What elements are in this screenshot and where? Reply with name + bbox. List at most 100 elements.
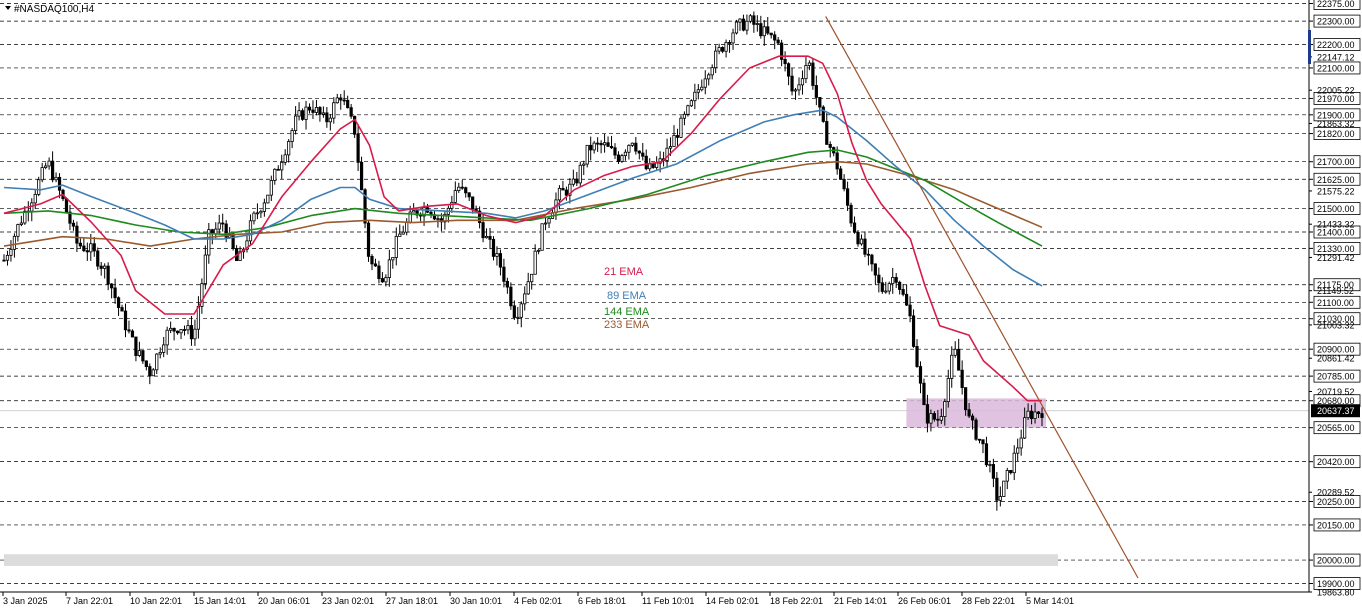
candle-down — [974, 419, 978, 440]
candle-down — [752, 15, 756, 25]
candle-down — [839, 168, 843, 180]
time-label: 4 Feb 02:01 — [514, 596, 562, 606]
candle-down — [460, 186, 464, 189]
candle-down — [1009, 470, 1013, 474]
candle-up — [158, 351, 162, 355]
candle-up — [800, 78, 805, 86]
candle-down — [925, 404, 930, 424]
candle-up — [526, 281, 530, 295]
candle-up — [280, 161, 284, 171]
price-tick-label: 22147.12 — [1317, 52, 1355, 62]
candle-down — [110, 283, 114, 289]
candle-down — [127, 329, 131, 332]
candle-up — [405, 221, 409, 233]
candle-down — [818, 97, 822, 108]
candle-down — [769, 32, 773, 36]
candle-down — [644, 155, 648, 170]
candle-down — [1029, 410, 1034, 419]
candle-down — [300, 110, 305, 120]
candle-down — [471, 196, 475, 210]
candle-down — [915, 346, 919, 367]
candle-up — [668, 146, 673, 149]
candle-up — [162, 344, 166, 353]
candle-up — [672, 135, 676, 147]
level-label: 20150.00 — [1317, 520, 1355, 530]
candle-up — [807, 62, 812, 66]
candle-up — [453, 190, 457, 203]
candle-up — [217, 222, 221, 230]
candle-down — [57, 176, 62, 191]
candle-up — [717, 47, 721, 52]
candle-down — [783, 59, 787, 65]
candle-down — [2, 259, 6, 262]
candle-down — [981, 439, 985, 445]
candle-up — [523, 293, 527, 305]
candle-down — [175, 330, 180, 334]
candle-down — [64, 198, 69, 213]
candle-down — [120, 307, 124, 312]
candle-down — [99, 265, 103, 269]
candle-down — [675, 135, 680, 138]
candle-up — [1026, 410, 1030, 419]
candle-up — [1016, 447, 1020, 454]
candle-up — [530, 273, 534, 283]
candle-down — [182, 329, 187, 331]
candle-up — [578, 164, 582, 184]
candle-down — [130, 330, 135, 338]
candle-up — [1012, 452, 1016, 474]
candle-down — [637, 150, 641, 154]
candle-down — [481, 222, 485, 239]
candle-up — [884, 290, 888, 293]
candle-down — [311, 109, 315, 113]
candle-up — [734, 21, 739, 34]
candle-down — [1040, 413, 1044, 418]
candle-down — [467, 192, 471, 198]
candle-up — [155, 353, 159, 371]
candle-down — [71, 222, 76, 227]
legend-ema233: 233 EMA — [604, 319, 650, 331]
time-label: 14 Feb 02:01 — [706, 596, 759, 606]
candle-up — [891, 277, 895, 285]
candle-down — [849, 204, 853, 224]
candle-down — [995, 477, 999, 501]
price-tick-label: 21149.52 — [1317, 286, 1354, 296]
candle-down — [918, 366, 923, 384]
candle-down — [759, 23, 763, 37]
candle-up — [682, 113, 687, 119]
price-chart[interactable]: 21 EMA 89 EMA 144 EMA233 EMA 22375.00 22300… — [0, 0, 1362, 611]
candle-up — [710, 67, 714, 76]
level-label: 21100.00 — [1317, 298, 1354, 308]
candle-down — [339, 97, 343, 101]
candle-up — [679, 117, 683, 138]
candle-down — [960, 369, 964, 388]
candle-up — [557, 187, 562, 201]
support-band — [4, 554, 1058, 566]
candle-up — [290, 130, 294, 142]
legend-ema89: 89 EMA — [607, 290, 647, 302]
candle-down — [134, 336, 138, 357]
candle-down — [366, 222, 371, 257]
candle-down — [189, 325, 194, 340]
candle-up — [412, 210, 416, 213]
candle-up — [988, 464, 992, 466]
price-tick-label: 19863.80 — [1317, 588, 1355, 598]
candle-up — [495, 253, 499, 257]
candle-up — [630, 142, 634, 146]
candle-up — [929, 413, 933, 424]
candle-up — [540, 223, 544, 251]
candle-up — [19, 222, 23, 225]
candle-up — [103, 265, 107, 269]
candle-up — [401, 231, 405, 235]
current-price-label: 20637.37 — [1317, 406, 1355, 416]
candle-down — [721, 47, 725, 52]
candle-up — [998, 496, 1002, 501]
candle-down — [464, 187, 468, 194]
candle-down — [564, 189, 568, 196]
candle-up — [793, 89, 798, 92]
candle-up — [304, 106, 308, 120]
price-tick-label: 21003.32 — [1317, 320, 1355, 330]
price-tick-label: 20861.42 — [1317, 354, 1355, 364]
candle-up — [193, 328, 197, 340]
candle-down — [932, 413, 936, 420]
candle-up — [620, 155, 624, 162]
